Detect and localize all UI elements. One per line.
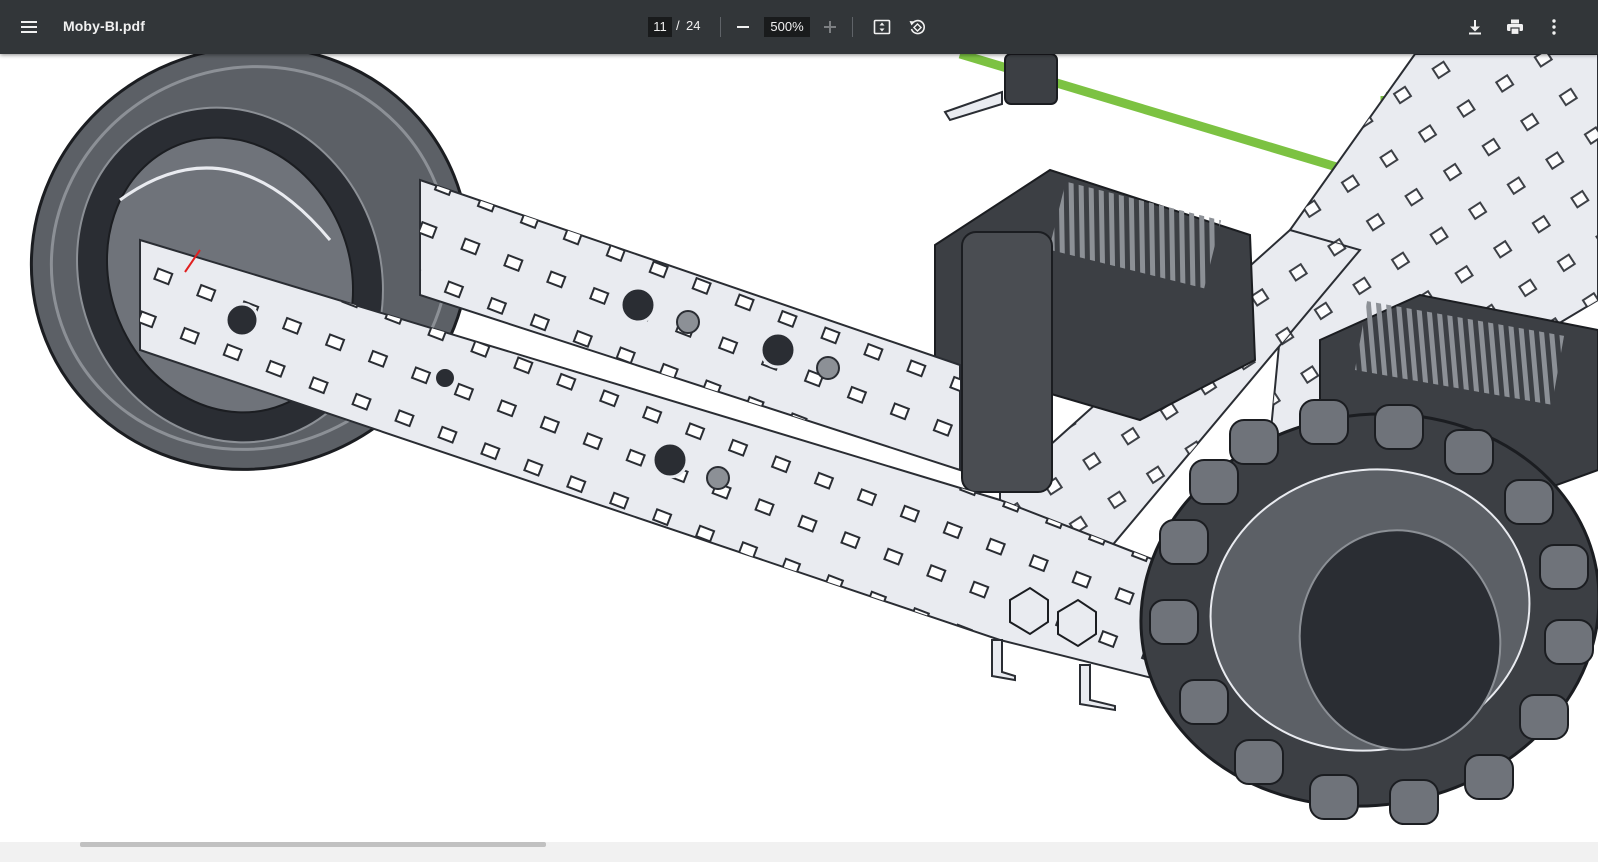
page-separator: /	[676, 18, 680, 33]
more-actions-button[interactable]	[1538, 11, 1570, 43]
zoom-in-button[interactable]	[814, 11, 846, 43]
plus-icon	[824, 21, 836, 33]
menu-icon	[21, 21, 37, 33]
rotate-button[interactable]	[901, 11, 933, 43]
fit-to-page-icon	[873, 19, 891, 35]
total-pages: 24	[686, 18, 701, 33]
toolbar-divider	[852, 17, 853, 37]
robot-chassis-drawing	[29, 54, 1598, 825]
toolbar-divider	[720, 17, 721, 37]
menu-button[interactable]	[13, 11, 45, 43]
minus-icon	[737, 26, 749, 28]
more-vert-icon	[1552, 19, 1556, 35]
page-number-input[interactable]	[648, 17, 672, 37]
horizontal-scrollbar[interactable]	[0, 842, 1598, 862]
rotate-icon	[909, 19, 925, 35]
zoom-out-button[interactable]	[727, 11, 759, 43]
print-button[interactable]	[1499, 11, 1531, 43]
scrollbar-thumb[interactable]	[80, 842, 546, 847]
document-title: Moby-BI.pdf	[63, 18, 145, 34]
fit-to-page-button[interactable]	[866, 11, 898, 43]
pdf-toolbar: Moby-BI.pdf / 24	[0, 0, 1598, 54]
download-icon	[1469, 20, 1481, 35]
zoom-input[interactable]	[764, 17, 810, 37]
pdf-viewer[interactable]	[0, 54, 1598, 842]
download-button[interactable]	[1459, 11, 1491, 43]
print-icon	[1507, 19, 1523, 36]
